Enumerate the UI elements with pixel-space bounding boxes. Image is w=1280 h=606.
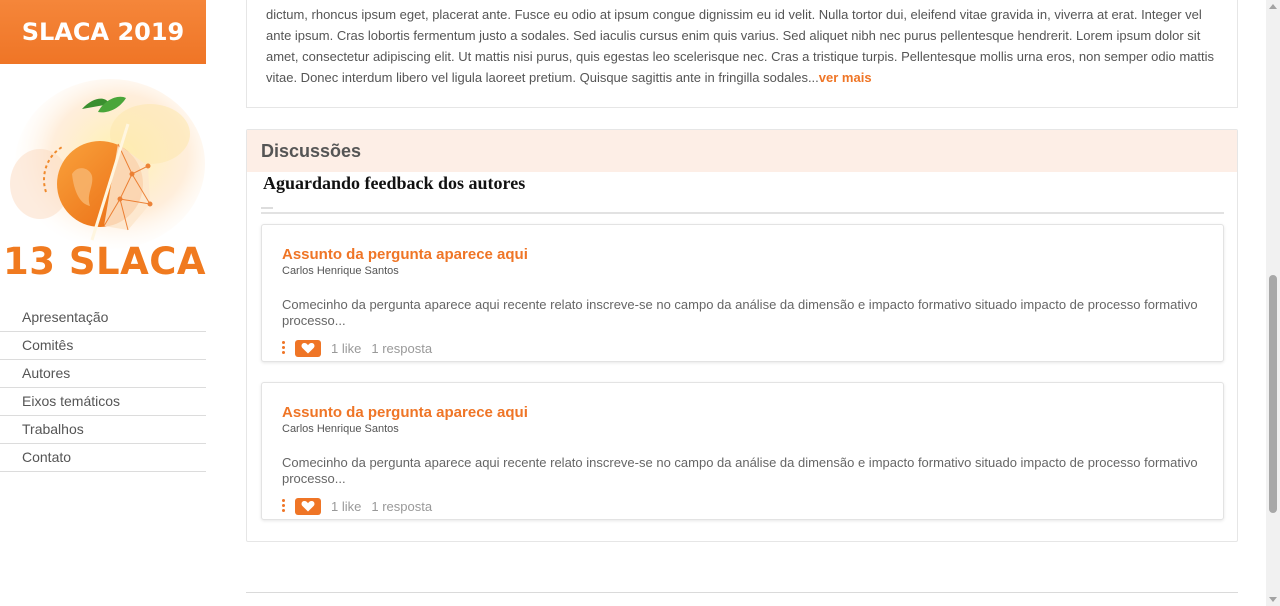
description-text: dictum, rhoncus ipsum eget, placerat ant… [266, 4, 1219, 88]
more-options-icon[interactable] [280, 498, 288, 514]
sidebar-nav: Apresentação Comitês Autores Eixos temát… [0, 304, 206, 472]
discussions-card: Discussões Aguardando feedback dos autor… [246, 129, 1238, 542]
heart-icon [301, 343, 315, 354]
question-author: Carlos Henrique Santos [282, 265, 399, 277]
like-count: 1 like [331, 340, 362, 356]
divider [246, 592, 1238, 593]
nav-item-comites[interactable]: Comitês [0, 332, 206, 360]
like-count: 1 like [331, 498, 362, 514]
question-author: Carlos Henrique Santos [282, 423, 399, 435]
question-excerpt: Comecinho da pergunta aparece aqui recen… [282, 297, 1198, 328]
reply-count[interactable]: 1 resposta [371, 499, 432, 514]
discussions-title: Discussões [247, 130, 1237, 172]
question-card[interactable]: Assunto da pergunta aparece aqui Carlos … [261, 224, 1224, 362]
more-options-icon[interactable] [280, 340, 288, 356]
scroll-up-arrow-icon[interactable] [1269, 4, 1277, 9]
question-excerpt: Comecinho da pergunta aparece aqui recen… [282, 455, 1198, 486]
brand-title[interactable]: SLACA 2019 [0, 0, 206, 64]
question-actions: 1 like 1 resposta [280, 339, 432, 357]
description-body: dictum, rhoncus ipsum eget, placerat ant… [266, 7, 1215, 85]
main-content: dictum, rhoncus ipsum eget, placerat ant… [206, 0, 1266, 606]
nav-item-trabalhos[interactable]: Trabalhos [0, 416, 206, 444]
nav-item-eixos-tematicos[interactable]: Eixos temáticos [0, 388, 206, 416]
nav-item-autores[interactable]: Autores [0, 360, 206, 388]
scrollbar[interactable] [1266, 0, 1280, 606]
event-logo[interactable]: 13 SLACA [0, 64, 206, 278]
scroll-thumb[interactable] [1269, 275, 1277, 513]
question-card[interactable]: Assunto da pergunta aparece aqui Carlos … [261, 382, 1224, 520]
scroll-down-arrow-icon[interactable] [1269, 597, 1277, 602]
nav-item-apresentacao[interactable]: Apresentação [0, 304, 206, 332]
question-title[interactable]: Assunto da pergunta aparece aqui [282, 246, 528, 263]
tab-indicator [261, 207, 273, 209]
reply-count[interactable]: 1 resposta [371, 341, 432, 356]
description-card: dictum, rhoncus ipsum eget, placerat ant… [246, 0, 1238, 108]
sidebar: SLACA 2019 13 SLACA Apresentação Comitês… [0, 0, 206, 606]
feedback-status: Aguardando feedback dos autores [263, 173, 526, 193]
question-title[interactable]: Assunto da pergunta aparece aqui [282, 404, 528, 421]
ver-mais-link[interactable]: ver mais [819, 70, 872, 85]
question-actions: 1 like 1 resposta [280, 497, 432, 515]
divider [261, 212, 1224, 214]
like-button[interactable] [295, 497, 321, 515]
heart-icon [301, 501, 315, 512]
logo-text: 13 SLACA [3, 240, 206, 278]
nav-item-contato[interactable]: Contato [0, 444, 206, 472]
like-button[interactable] [295, 339, 321, 357]
